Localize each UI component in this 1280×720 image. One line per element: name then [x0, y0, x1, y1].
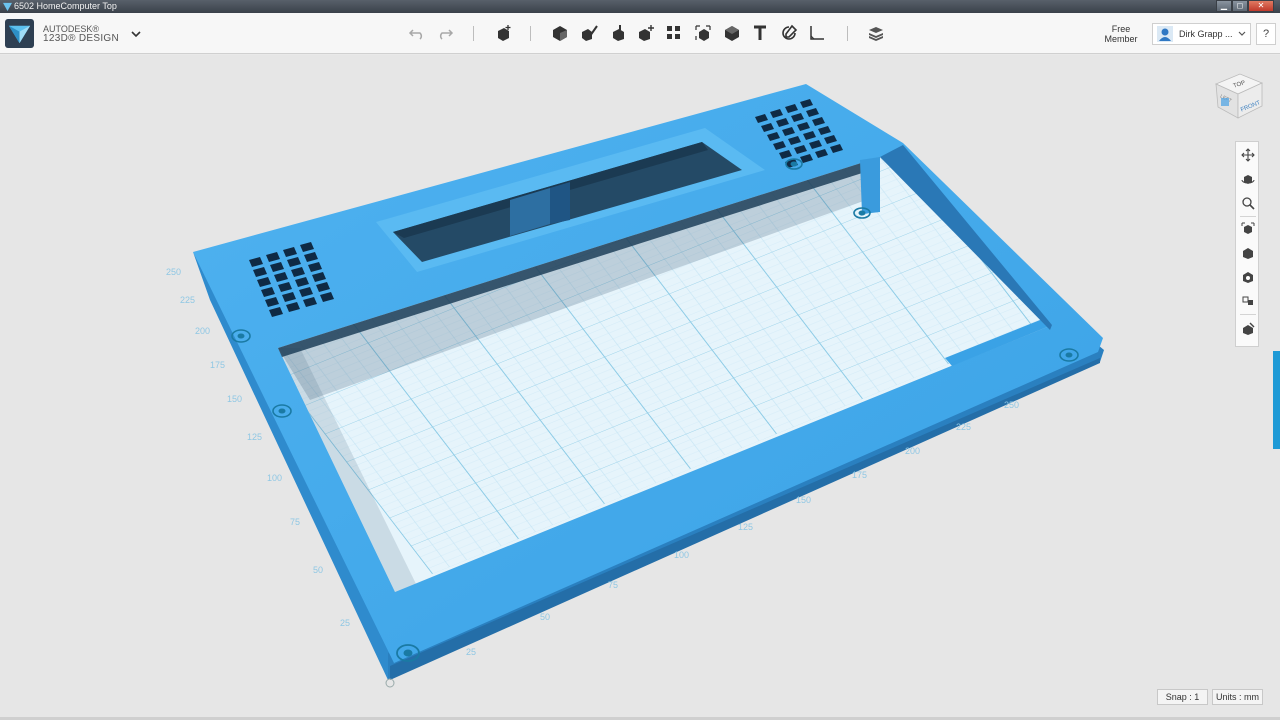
chevron-down-icon [1238, 31, 1246, 36]
left-tick-100: 100 [267, 473, 282, 483]
pan-button[interactable] [1239, 146, 1257, 164]
side-panel-tab[interactable] [1273, 351, 1280, 449]
front-tick-25: 25 [466, 647, 476, 657]
left-tick-250: 250 [166, 267, 181, 277]
combine-button[interactable] [720, 21, 744, 45]
units-status[interactable]: Units : mm [1212, 689, 1263, 705]
grid-settings-button[interactable] [1239, 320, 1257, 338]
group-icon [695, 25, 711, 41]
measure-icon [810, 26, 824, 40]
view-orthographic-button[interactable] [1239, 244, 1257, 262]
combine-icon [725, 26, 739, 41]
front-tick-125: 125 [738, 522, 753, 532]
close-button[interactable]: ✕ [1248, 0, 1274, 12]
undo-button[interactable] [405, 21, 429, 45]
user-avatar-icon [1157, 26, 1173, 42]
zoom-button[interactable] [1239, 194, 1257, 212]
redo-icon [439, 29, 454, 40]
transform-button[interactable] [491, 21, 515, 45]
left-tick-25: 25 [340, 618, 350, 628]
window-title: 6502 HomeComputer Top [14, 1, 117, 11]
group-button[interactable] [691, 21, 715, 45]
grid-edit-icon [1243, 322, 1255, 335]
front-tick-150: 150 [796, 495, 811, 505]
front-tick-175: 175 [852, 470, 867, 480]
front-tick-100: 100 [674, 550, 689, 560]
orbit-icon [1241, 175, 1255, 184]
transform-icon [498, 25, 511, 41]
front-tick-225: 225 [956, 422, 971, 432]
primitives-button[interactable] [548, 21, 572, 45]
eye-icon [1243, 272, 1253, 283]
maximize-button[interactable]: ◻ [1232, 0, 1248, 12]
zoom-icon [1242, 197, 1255, 210]
navigation-bar [1235, 141, 1259, 347]
minimize-button[interactable]: ▁ [1216, 0, 1232, 12]
measure-button[interactable] [805, 21, 829, 45]
window-title-bar: 6502 HomeComputer Top ▁ ◻ ✕ [0, 0, 1280, 13]
left-tick-50: 50 [313, 565, 323, 575]
outline-icon [1242, 296, 1253, 305]
modify-button[interactable] [634, 21, 658, 45]
pattern-button[interactable] [662, 21, 686, 45]
left-tick-175: 175 [210, 360, 225, 370]
modify-icon [639, 25, 654, 41]
model-scene[interactable]: 25 50 75 100 125 150 175 200 225 250 25 … [0, 55, 1280, 720]
snap-status[interactable]: Snap : 1 [1157, 689, 1208, 705]
redo-button[interactable] [433, 21, 457, 45]
fit-button[interactable] [1239, 220, 1257, 238]
front-tick-250: 250 [1004, 400, 1019, 410]
brand-label: AUTODESK® 123D® DESIGN [43, 24, 119, 44]
fit-icon [1241, 222, 1255, 234]
text-icon [754, 25, 766, 40]
app-menu-chevron-down-icon[interactable] [129, 28, 143, 40]
left-tick-150: 150 [227, 394, 242, 404]
left-tick-225: 225 [180, 295, 195, 305]
front-tick-200: 200 [905, 446, 920, 456]
user-account-dropdown[interactable]: Dirk Grapp ... [1152, 23, 1251, 45]
material-icon [869, 27, 883, 41]
primitives-icon [553, 26, 567, 41]
text-button[interactable] [748, 21, 772, 45]
main-toolbar: AUTODESK® 123D® DESIGN Free Member Dirk … [0, 13, 1280, 54]
brand-product: 123D® DESIGN [43, 33, 119, 44]
left-tick-200: 200 [195, 326, 210, 336]
viewcube[interactable]: TOP FRONT LEFT [1212, 70, 1266, 122]
orbit-button[interactable] [1239, 170, 1257, 188]
perspective-icon [1243, 248, 1253, 259]
construct-icon [613, 25, 624, 41]
materials-outline-button[interactable] [1239, 292, 1257, 310]
visibility-button[interactable] [1239, 268, 1257, 286]
left-tick-125: 125 [247, 432, 262, 442]
app-logo-icon [3, 2, 12, 11]
pattern-icon [667, 26, 680, 39]
front-tick-50: 50 [540, 612, 550, 622]
snap-button[interactable] [777, 21, 801, 45]
app-logo-icon[interactable] [5, 19, 34, 48]
3d-viewport[interactable]: 25 50 75 100 125 150 175 200 225 250 25 … [0, 55, 1280, 720]
user-name: Dirk Grapp ... [1179, 29, 1233, 39]
sketch-button[interactable] [577, 21, 601, 45]
undo-icon [408, 29, 423, 40]
front-tick-75: 75 [608, 580, 618, 590]
sketch-icon [582, 25, 598, 41]
construct-button[interactable] [606, 21, 630, 45]
pan-icon [1241, 148, 1255, 162]
membership-label: Free Member [1104, 24, 1138, 44]
help-button[interactable]: ? [1256, 23, 1276, 45]
snap-icon [782, 24, 798, 40]
material-button[interactable] [864, 21, 888, 45]
left-tick-75: 75 [290, 517, 300, 527]
